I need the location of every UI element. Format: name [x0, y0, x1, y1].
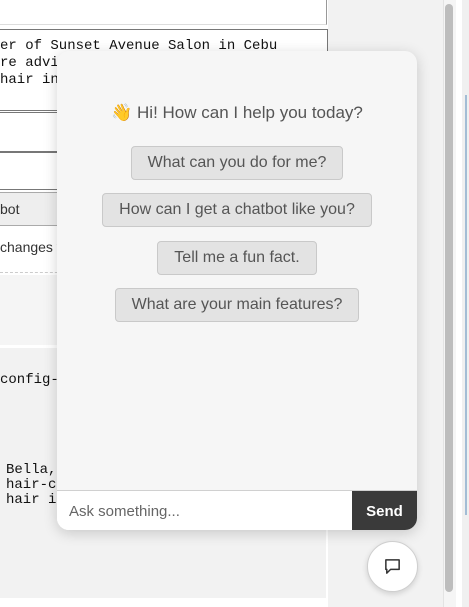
- suggestion-button[interactable]: How can I get a chatbot like you?: [102, 193, 372, 227]
- suggestion-button[interactable]: What are your main features?: [115, 288, 359, 322]
- textarea-line: re advi: [0, 55, 59, 71]
- bot-tab-label: bot: [0, 201, 20, 217]
- suggestion-button[interactable]: Tell me a fun fact.: [157, 241, 317, 275]
- greeting-text: 👋 Hi! How can I help you today?: [57, 103, 417, 123]
- chat-panel: 👋 Hi! How can I help you today? What can…: [57, 51, 417, 530]
- waving-hand-icon: 👋: [111, 103, 133, 122]
- textarea-line: hair in: [0, 72, 59, 88]
- chat-input[interactable]: [57, 491, 352, 530]
- code-line: hair-ca: [6, 477, 65, 493]
- code-line: hair in: [6, 492, 65, 508]
- scrollbar-thumb[interactable]: [445, 4, 453, 592]
- top-input-stub: [0, 0, 327, 25]
- send-button[interactable]: Send: [352, 491, 417, 530]
- chat-toggle-button[interactable]: [367, 541, 418, 592]
- suggestion-button[interactable]: What can you do for me?: [131, 146, 343, 180]
- chat-bubble-icon: [385, 559, 400, 574]
- right-edge-accent: [465, 95, 467, 515]
- code-line: Bella,: [6, 462, 57, 478]
- chat-input-bar: Send: [57, 490, 417, 530]
- greeting-label: Hi! How can I help you today?: [137, 103, 363, 122]
